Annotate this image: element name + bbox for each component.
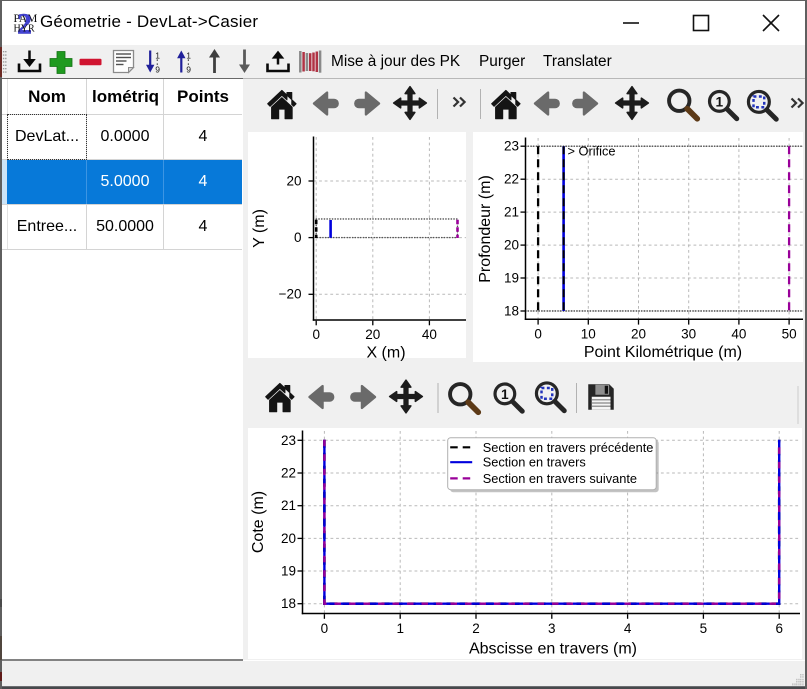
svg-text:Section en travers: Section en travers bbox=[483, 455, 586, 470]
svg-text:2: 2 bbox=[472, 621, 480, 636]
svg-text:50: 50 bbox=[782, 327, 797, 342]
svg-text:23: 23 bbox=[281, 433, 296, 448]
svg-text:20: 20 bbox=[281, 531, 296, 546]
svg-text:20: 20 bbox=[365, 327, 380, 342]
svg-text:1: 1 bbox=[396, 621, 404, 636]
svg-text:Profondeur (m): Profondeur (m) bbox=[477, 175, 494, 283]
svg-text:10: 10 bbox=[581, 327, 596, 342]
svg-text:4: 4 bbox=[624, 621, 632, 636]
svg-text:20: 20 bbox=[286, 173, 301, 188]
svg-text:1: 1 bbox=[155, 51, 160, 61]
svg-text:19: 19 bbox=[504, 271, 519, 286]
svg-text:5: 5 bbox=[700, 621, 708, 636]
svg-text:3: 3 bbox=[548, 621, 556, 636]
svg-text:Section en travers suivante: Section en travers suivante bbox=[483, 471, 637, 486]
svg-text:HYR: HYR bbox=[14, 24, 35, 35]
svg-text:9: 9 bbox=[186, 64, 191, 74]
svg-text:0: 0 bbox=[534, 327, 542, 342]
svg-text:−20: −20 bbox=[279, 287, 302, 302]
svg-text:20: 20 bbox=[504, 238, 519, 253]
svg-text:Y (m): Y (m) bbox=[251, 209, 268, 248]
svg-text:18: 18 bbox=[281, 596, 296, 611]
svg-text:40: 40 bbox=[731, 327, 746, 342]
svg-text:19: 19 bbox=[281, 564, 296, 579]
svg-text:22: 22 bbox=[281, 466, 296, 481]
svg-text:22: 22 bbox=[504, 172, 519, 187]
svg-text:6: 6 bbox=[775, 621, 783, 636]
svg-text:0: 0 bbox=[294, 230, 302, 245]
svg-text:Point Kilométrique (m): Point Kilométrique (m) bbox=[584, 344, 742, 361]
svg-text:21: 21 bbox=[281, 498, 296, 513]
svg-text:Abscisse en travers (m): Abscisse en travers (m) bbox=[469, 641, 637, 658]
svg-text:20: 20 bbox=[631, 327, 646, 342]
svg-text:> Orifice: > Orifice bbox=[568, 144, 616, 159]
svg-text:40: 40 bbox=[422, 327, 437, 342]
svg-text:0: 0 bbox=[321, 621, 329, 636]
svg-text:Section en travers précédente: Section en travers précédente bbox=[483, 440, 654, 455]
svg-text:1: 1 bbox=[186, 51, 191, 61]
svg-text:0: 0 bbox=[312, 327, 320, 342]
svg-text:X (m): X (m) bbox=[366, 345, 405, 362]
svg-text:Cote (m): Cote (m) bbox=[250, 491, 267, 553]
svg-text:18: 18 bbox=[504, 304, 519, 319]
svg-text:23: 23 bbox=[504, 139, 519, 154]
svg-text:21: 21 bbox=[504, 205, 519, 220]
svg-text:9: 9 bbox=[155, 64, 160, 74]
svg-text:30: 30 bbox=[681, 327, 696, 342]
